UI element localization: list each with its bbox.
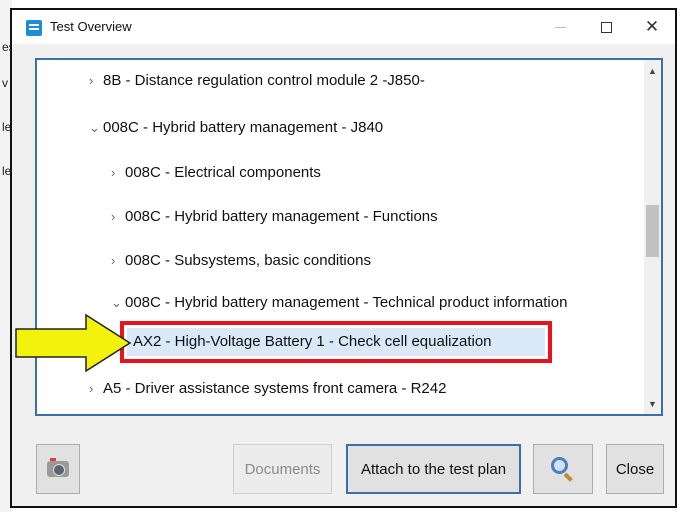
tree-item[interactable]: › 008C - Subsystems, basic conditions	[111, 252, 371, 269]
maximize-button[interactable]	[583, 10, 629, 44]
chevron-down-icon[interactable]: ⌄	[111, 295, 125, 311]
chevron-right-icon[interactable]: ›	[89, 73, 103, 88]
search-button[interactable]	[533, 444, 593, 494]
minimize-button[interactable]	[537, 10, 583, 44]
vertical-scrollbar[interactable]: ▲ ▼	[644, 60, 661, 414]
background-text: v	[2, 76, 8, 90]
tree-item-label: 008C - Hybrid battery management - Techn…	[125, 294, 568, 311]
scroll-thumb[interactable]	[646, 205, 659, 257]
tree-item-label: AX2 - High-Voltage Battery 1 - Check cel…	[133, 333, 492, 350]
tree-item[interactable]: › 8B - Distance regulation control module…	[89, 72, 425, 89]
tree-item-label: 008C - Hybrid battery management - J840	[103, 119, 384, 136]
camera-icon	[47, 458, 69, 477]
chevron-right-icon[interactable]: ›	[111, 165, 125, 180]
documents-button[interactable]: Documents	[233, 444, 332, 494]
tree-item[interactable]: ⌄ 008C - Hybrid battery management - J840	[89, 119, 383, 136]
window-title: Test Overview	[50, 19, 132, 34]
magnifier-icon	[551, 457, 575, 482]
tree-item[interactable]: ⌄ 008C - Hybrid battery management - Tech…	[111, 294, 567, 311]
tree-item-label: A5 - Driver assistance systems front cam…	[103, 380, 447, 397]
app-icon	[26, 20, 42, 36]
tree-item-label: 8B - Distance regulation control module …	[103, 72, 425, 89]
chevron-down-icon[interactable]: ⌄	[89, 120, 103, 136]
scroll-down-icon[interactable]: ▼	[644, 395, 661, 412]
attach-to-test-plan-button[interactable]: Attach to the test plan	[346, 444, 521, 494]
close-window-button[interactable]: ✕	[629, 10, 675, 44]
close-button[interactable]: Close	[606, 444, 664, 494]
selected-row-background: AX2 - High-Voltage Battery 1 - Check cel…	[127, 328, 545, 356]
screenshot-button[interactable]	[36, 444, 80, 494]
close-icon: ✕	[644, 17, 660, 36]
chevron-right-icon[interactable]: ›	[89, 381, 103, 396]
tree-item-label: 008C - Electrical components	[125, 164, 321, 181]
scroll-up-icon[interactable]: ▲	[644, 62, 661, 79]
callout-arrow-icon	[15, 313, 132, 373]
tree-item-label: 008C - Hybrid battery management - Funct…	[125, 208, 438, 225]
tree-item[interactable]: › 008C - Electrical components	[111, 164, 321, 181]
tree-item[interactable]: › 008C - Hybrid battery management - Func…	[111, 208, 438, 225]
chevron-right-icon[interactable]: ›	[111, 209, 125, 224]
minimize-icon	[554, 26, 566, 28]
tree-item[interactable]: › A5 - Driver assistance systems front ca…	[89, 380, 446, 397]
tree-item-label: 008C - Subsystems, basic conditions	[125, 252, 371, 269]
chevron-right-icon[interactable]: ›	[111, 253, 125, 268]
test-overview-dialog: Test Overview ✕ › 8B - Distance regulatio…	[10, 8, 677, 508]
title-bar[interactable]: Test Overview ✕	[12, 10, 675, 44]
maximize-icon	[600, 21, 612, 33]
highlighted-tree-item[interactable]: AX2 - High-Voltage Battery 1 - Check cel…	[120, 321, 552, 363]
